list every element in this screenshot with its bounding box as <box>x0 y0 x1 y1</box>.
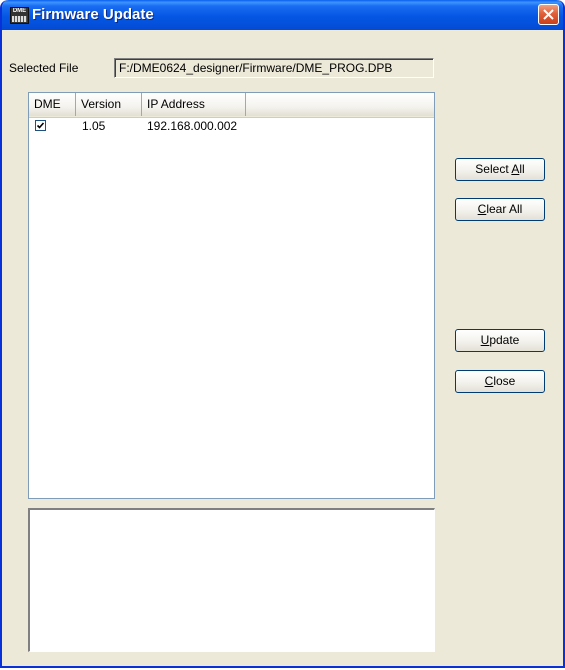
firmware-update-dialog: DME Firmware Update Selected File F:/DME… <box>0 0 565 668</box>
table-row[interactable]: 1.05 192.168.000.002 <box>29 118 434 135</box>
select-all-label-post: ll <box>519 162 525 176</box>
update-label-post: pdate <box>489 333 520 347</box>
update-mnemonic: U <box>480 333 490 347</box>
dme-list[interactable]: DME Version IP Address 1.05 192.168.000.… <box>28 92 435 499</box>
update-button[interactable]: Update <box>455 329 545 352</box>
window-title: Firmware Update <box>32 6 154 23</box>
selected-file-field: F:/DME0624_designer/Firmware/DME_PROG.DP… <box>114 58 434 78</box>
dme-app-icon: DME <box>10 7 29 24</box>
close-label-post: lose <box>493 374 516 388</box>
clear-all-label-post: lear All <box>486 202 523 216</box>
column-header-dme[interactable]: DME <box>29 93 76 116</box>
app-icon-label: DME <box>12 8 27 14</box>
version-cell: 1.05 <box>82 119 106 133</box>
close-window-button[interactable] <box>538 4 559 25</box>
column-header-version[interactable]: Version <box>76 93 142 116</box>
column-header-empty <box>246 93 434 116</box>
title-bar[interactable]: DME Firmware Update <box>2 0 563 30</box>
select-all-button[interactable]: Select All <box>455 158 545 181</box>
close-button[interactable]: Close <box>455 370 545 393</box>
dme-checkbox[interactable] <box>35 120 46 131</box>
close-x-icon <box>543 9 554 20</box>
select-all-label-pre: Select <box>475 162 512 176</box>
column-header-ip-address[interactable]: IP Address <box>142 93 246 116</box>
selected-file-label: Selected File <box>9 61 79 75</box>
clear-all-mnemonic: C <box>477 202 487 216</box>
status-log <box>28 508 435 652</box>
clear-all-button[interactable]: Clear All <box>455 198 545 221</box>
checkmark-icon <box>36 122 45 129</box>
ip-address-cell: 192.168.000.002 <box>147 119 238 133</box>
list-header: DME Version IP Address <box>29 93 434 118</box>
